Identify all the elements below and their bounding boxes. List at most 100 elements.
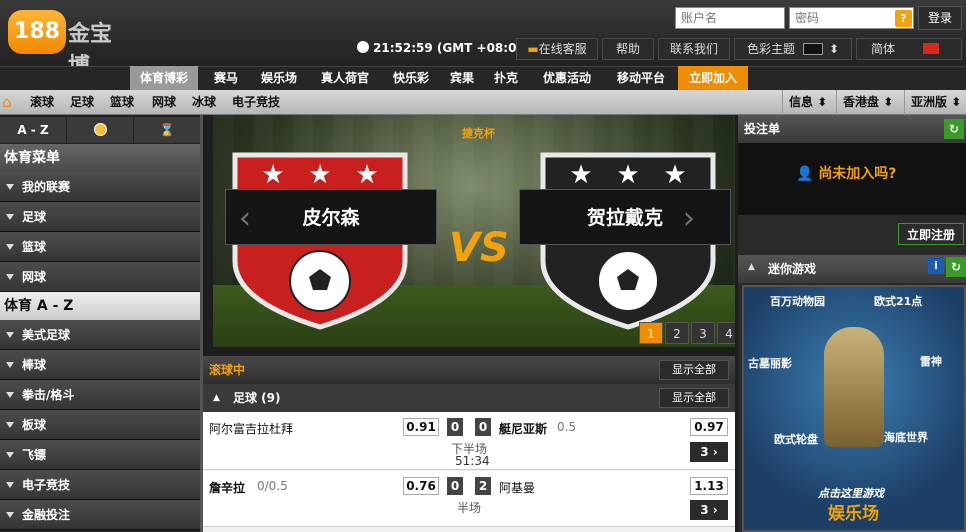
color-swatch <box>803 43 824 55</box>
match-1-more-button[interactable]: 3 › <box>690 442 728 462</box>
banner-page-1[interactable]: 1 <box>639 322 663 344</box>
game-euro-roulette[interactable]: 欧式轮盘 <box>774 431 818 447</box>
nav-mobile[interactable]: 移动平台 <box>608 66 674 90</box>
subnav-esports[interactable]: 电子竞技 <box>232 90 280 115</box>
register-button[interactable]: 立即注册 <box>898 223 964 245</box>
online-service-button[interactable]: ▬在线客服 <box>516 38 598 60</box>
subnav-live[interactable]: 滚球 <box>30 90 54 115</box>
subnav-ice-hockey[interactable]: 冰球 <box>192 90 216 115</box>
match-1-away-hcap: 0.5 <box>557 420 577 434</box>
match-banner[interactable]: 捷克杯 ★ ★ ★ ★ ★ ★ 皮尔森 贺拉戴克 VS ‹ › 1 2 3 4 <box>213 115 735 347</box>
match-2-score-away: 2 <box>475 477 491 495</box>
match-2-home-odds[interactable]: 0.76 <box>403 477 439 495</box>
match-1-home-odds[interactable]: 0.91 <box>403 418 439 436</box>
banner-page-3[interactable]: 3 <box>691 322 715 344</box>
menu-cricket[interactable]: 板球 <box>0 410 200 440</box>
help-button[interactable]: 帮助 <box>602 38 654 60</box>
nav-sports[interactable]: 体育博彩 <box>130 66 198 90</box>
info-icon[interactable]: i <box>928 258 944 274</box>
match-1-away: 艇尼亚斯 <box>499 422 548 436</box>
league-name: 捷克杯 <box>462 127 495 140</box>
updown-icon: ⬍ <box>829 42 840 56</box>
china-flag-icon <box>923 43 940 54</box>
site-logo[interactable]: 188 金宝博 <box>8 6 132 79</box>
nav-casino[interactable]: 娱乐场 <box>252 66 306 90</box>
svg-text:★: ★ <box>616 160 639 190</box>
game-tomb-raider[interactable]: 古墓丽影 <box>748 355 792 371</box>
nav-poker[interactable]: 扑克 <box>486 66 526 90</box>
match-2-away-odds[interactable]: 1.13 <box>690 477 728 495</box>
nav-join-now[interactable]: 立即加入 <box>678 66 748 90</box>
chat-icon: ▬ <box>527 42 539 56</box>
home-icon[interactable]: ⌂ <box>2 94 18 110</box>
svg-text:★: ★ <box>355 160 378 190</box>
banner-next-arrow[interactable]: › <box>683 201 695 236</box>
menu-financial[interactable]: 金融投注 <box>0 500 200 530</box>
match-1-time: 51:34 <box>455 454 490 468</box>
language-select[interactable]: 简体 <box>856 38 962 60</box>
clock-icon <box>357 41 369 53</box>
mini-games-panel[interactable]: 百万动物园 欧式21点 古墓丽影 雷神 欧式轮盘 海底世界 点击这里游戏 娱乐场 <box>742 285 966 532</box>
not-joined-label: 尚未加入吗? <box>818 166 897 182</box>
banner-page-4[interactable]: 4 <box>717 322 735 344</box>
game-euro-blackjack[interactable]: 欧式21点 <box>874 293 922 309</box>
menu-my-leagues[interactable]: 我的联赛 <box>0 172 200 202</box>
menu-soccer[interactable]: 足球 <box>0 202 200 232</box>
match-1-home: 阿尔富吉拉杜拜 <box>209 422 294 436</box>
nav-keno[interactable]: 快乐彩 <box>384 66 438 90</box>
nav-bingo[interactable]: 宾果 <box>442 66 482 90</box>
banner-page-2[interactable]: 2 <box>665 322 689 344</box>
game-million-zoo[interactable]: 百万动物园 <box>770 293 825 309</box>
collapse-icon[interactable]: ▲ <box>748 262 755 272</box>
username-input[interactable] <box>675 7 785 29</box>
show-all-button-2[interactable]: 显示全部 <box>659 388 729 408</box>
login-button[interactable]: 登录 <box>918 6 962 30</box>
menu-boxing[interactable]: 拳击/格斗 <box>0 380 200 410</box>
tab-hourglass-icon[interactable]: ⌛ <box>134 117 200 143</box>
live-section: 滚球中 显示全部 ▲ 足球 (9) 显示全部 阿尔富吉拉杜拜 0.91 0 0 艇… <box>203 356 735 532</box>
match-1-more-count: 3 <box>700 445 709 459</box>
subnav-tennis[interactable]: 网球 <box>152 90 176 115</box>
collapse-icon: ▲ <box>213 393 220 403</box>
menu-esports[interactable]: 电子竞技 <box>0 470 200 500</box>
nav-horse[interactable]: 赛马 <box>204 66 248 90</box>
match-2-more-button[interactable]: 3 › <box>690 500 728 520</box>
info-select[interactable]: 信息 ⬍ <box>782 90 836 115</box>
menu-american-football[interactable]: 美式足球 <box>0 320 200 350</box>
soccer-section-header[interactable]: ▲ 足球 (9) <box>203 384 735 412</box>
warrior-figure <box>824 327 884 447</box>
nav-live-dealer[interactable]: 真人荷官 <box>310 66 380 90</box>
refresh-icon[interactable]: ↻ <box>944 119 964 139</box>
game-thunderstruck[interactable]: 雷神 <box>920 353 942 369</box>
user-icon: 👤 <box>796 166 814 182</box>
nav-promotions[interactable]: 优惠活动 <box>530 66 604 90</box>
subnav-basketball[interactable]: 篮球 <box>110 90 134 115</box>
password-help-icon[interactable]: ? <box>895 10 912 27</box>
show-all-button-1[interactable]: 显示全部 <box>659 360 729 380</box>
menu-tennis[interactable]: 网球 <box>0 262 200 292</box>
menu-baseball[interactable]: 棒球 <box>0 350 200 380</box>
subnav-soccer[interactable]: 足球 <box>70 90 94 115</box>
menu-basketball[interactable]: 篮球 <box>0 232 200 262</box>
menu-darts[interactable]: 飞镖 <box>0 440 200 470</box>
game-mermaids-millions[interactable]: 海底世界 <box>884 429 928 445</box>
online-service-label: 在线客服 <box>538 42 587 56</box>
not-joined-text: 👤 尚未加入吗? <box>796 163 896 183</box>
mini-games-refresh-icon[interactable]: ↻ <box>946 257 966 277</box>
color-theme-select[interactable]: 色彩主题 ⬍ <box>734 38 852 60</box>
cta-casino[interactable]: 娱乐场 <box>828 499 879 524</box>
version-select[interactable]: 亚洲版 ⬍ <box>904 90 966 115</box>
svg-text:★: ★ <box>663 160 686 190</box>
match-2-home: 詹辛拉 <box>209 481 246 495</box>
sports-menu: 体育菜单 我的联赛 足球 篮球 网球 体育 A - Z 美式足球 棒球 拳击/格… <box>0 144 200 530</box>
tab-a-z[interactable]: A - Z <box>0 117 66 143</box>
banner-prev-arrow[interactable]: ‹ <box>239 201 251 236</box>
match-1-away-odds[interactable]: 0.97 <box>690 418 728 436</box>
match-2-away: 阿基曼 <box>499 481 536 495</box>
odds-format-select[interactable]: 香港盘 ⬍ <box>836 90 898 115</box>
contact-button[interactable]: 联系我们 <box>658 38 730 60</box>
vs-badge: VS <box>449 225 509 271</box>
tab-live-icon[interactable] <box>67 117 133 143</box>
match-2-score-home: 0 <box>447 477 463 495</box>
clock: 21:52:59 (GMT +08:00) <box>357 41 530 55</box>
